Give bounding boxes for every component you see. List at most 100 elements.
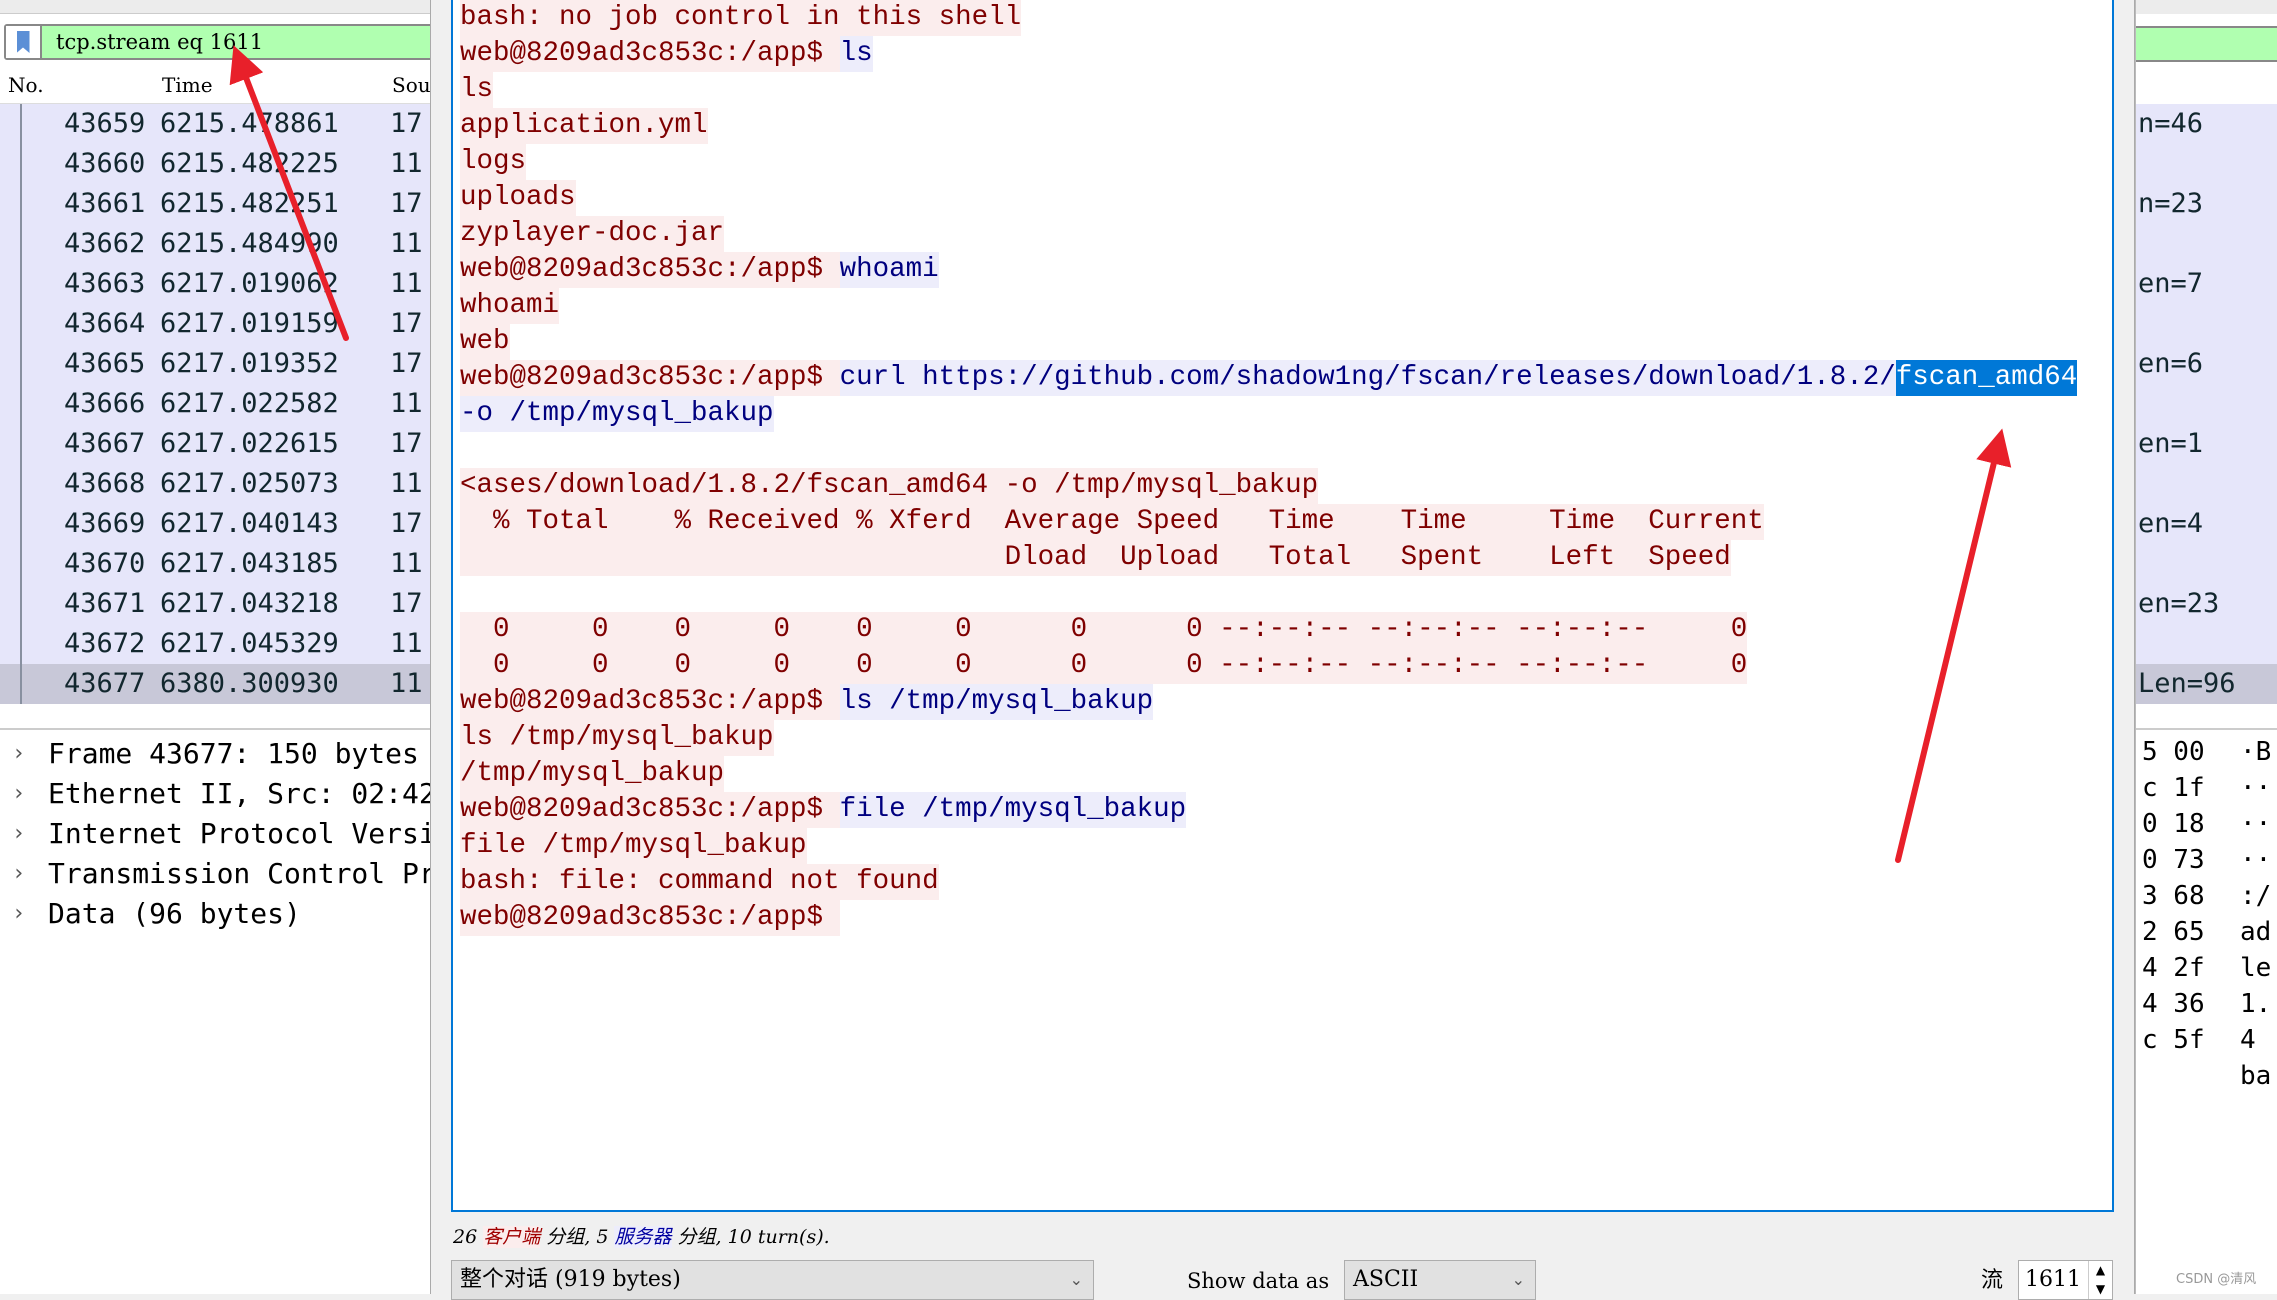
detail-tree-item[interactable]: › Transmission Control Pr <box>0 854 431 894</box>
client-text: web@8209ad3c853c:/app$ <box>460 252 840 288</box>
packet-info[interactable]: en=7 <box>2136 264 2277 304</box>
packet-row[interactable]: 43672 6217.045329 11 <box>0 624 431 664</box>
packet-row[interactable]: 43662 6215.484990 11 <box>0 224 431 264</box>
ascii-bytes: ·B <box>2240 737 2272 767</box>
column-time[interactable]: Time <box>162 73 213 97</box>
arrow-up-icon[interactable]: ▲ <box>2089 1261 2112 1280</box>
chevron-right-icon[interactable]: › <box>12 894 25 934</box>
packet-info[interactable] <box>2136 304 2277 344</box>
packet-info[interactable] <box>2136 144 2277 184</box>
detail-tree-item[interactable]: › Internet Protocol Versi <box>0 814 431 854</box>
packet-info[interactable]: en=6 <box>2136 344 2277 384</box>
packet-info[interactable] <box>2136 384 2277 424</box>
hex-line: c 1f ·· <box>2136 770 2277 806</box>
packet-info[interactable] <box>2136 624 2277 664</box>
packet-info[interactable]: en=23 <box>2136 584 2277 624</box>
packet-row[interactable]: 43661 6215.482251 17 <box>0 184 431 224</box>
packet-info[interactable] <box>2136 224 2277 264</box>
stream-content[interactable]: bash: no job control in this shell web@82… <box>451 0 2114 1212</box>
packet-row[interactable]: 43670 6217.043185 11 <box>0 544 431 584</box>
packet-no: 43663 <box>64 268 146 299</box>
bookmark-icon[interactable] <box>6 26 42 58</box>
chevron-right-icon[interactable]: › <box>12 854 25 894</box>
client-text: zyplayer-doc.jar <box>460 216 725 252</box>
client-text: 0 0 0 0 0 0 0 0 --:--:-- --:--:-- --:--:… <box>460 648 1748 684</box>
stream-number-value[interactable]: 1611 <box>2025 1267 2081 1292</box>
stream-line: file /tmp/mysql_bakup <box>460 828 2112 864</box>
packet-row[interactable]: 43664 6217.019159 17 <box>0 304 431 344</box>
hex-line: 3 68:/ <box>2136 878 2277 914</box>
summary-turns: 分组, 10 turn(s). <box>671 1226 830 1248</box>
chevron-right-icon[interactable]: › <box>12 734 25 774</box>
hex-bytes: 2 65 <box>2142 917 2205 947</box>
packet-source: 11 <box>390 268 423 299</box>
detail-tree-item[interactable]: › Ethernet II, Src: 02:42 <box>0 774 431 814</box>
packet-time: 6217.019352 <box>160 348 339 379</box>
packet-time: 6380.300930 <box>160 668 339 699</box>
stream-number-spinbox[interactable]: 1611 ▲ ▼ <box>2018 1260 2113 1300</box>
chevron-right-icon[interactable]: › <box>12 814 25 854</box>
packet-row[interactable]: 43660 6215.482225 11 <box>0 144 431 184</box>
ascii-bytes: ·· <box>2240 845 2272 875</box>
chevron-right-icon[interactable]: › <box>12 774 25 814</box>
conversation-bracket <box>20 104 22 704</box>
stream-line: web@8209ad3c853c:/app$ ls <box>460 36 2112 72</box>
packet-bytes-pane: 5 00 ·B c 1f ·· 0 18 ·· 0 73 ·· 3 68:/2 65 ad 4 2f… <box>2136 728 2277 1094</box>
packet-row[interactable]: 43668 6217.025073 11 <box>0 464 431 504</box>
main-toolbar <box>0 0 431 14</box>
packet-time: 6217.045329 <box>160 628 339 659</box>
packet-row[interactable]: 43667 6217.022615 17 <box>0 424 431 464</box>
packet-info[interactable] <box>2136 464 2277 504</box>
arrow-down-icon[interactable]: ▼ <box>2089 1280 2112 1299</box>
packet-info[interactable]: Len=96 <box>2136 664 2277 704</box>
packet-row[interactable]: 43663 6217.019062 11 <box>0 264 431 304</box>
show-data-as-value: ASCII <box>1353 1267 1419 1292</box>
info-column: n=46 n=23 en=7 en=6 en=1 en=4 en=23 Len=96 <box>2136 104 2277 704</box>
column-no[interactable]: No. <box>8 73 44 97</box>
packet-info[interactable]: en=1 <box>2136 424 2277 464</box>
conversation-select-value: 整个对话 (919 bytes) <box>460 1267 681 1292</box>
client-text: application.yml <box>460 108 708 144</box>
show-data-as-select[interactable]: ASCII ⌄ <box>1344 1260 1536 1300</box>
packet-row[interactable]: 43671 6217.043218 17 <box>0 584 431 624</box>
packet-source: 11 <box>390 228 423 259</box>
packet-row[interactable]: 43665 6217.019352 17 <box>0 344 431 384</box>
client-text: bash: file: command not found <box>460 864 939 900</box>
detail-tree-item[interactable]: › Data (96 bytes) <box>0 894 431 934</box>
stream-line: application.yml <box>460 108 2112 144</box>
stream-line: web <box>460 324 2112 360</box>
display-filter-input[interactable]: tcp.stream eq 1611 <box>56 30 263 54</box>
packet-row[interactable]: 43659 6215.478861 17 <box>0 104 431 144</box>
hex-line: c 5f 4 <box>2136 1022 2277 1058</box>
column-source[interactable]: Sou <box>392 73 431 97</box>
packet-time: 6217.019159 <box>160 308 339 339</box>
packet-source: 17 <box>390 348 423 379</box>
ascii-bytes: 1. <box>2240 989 2272 1019</box>
packet-no: 43671 <box>64 588 146 619</box>
detail-tree-item[interactable]: › Frame 43677: 150 bytes <box>0 734 431 774</box>
packet-info[interactable] <box>2136 544 2277 584</box>
packet-time: 6215.478861 <box>160 108 339 139</box>
display-filter-bar[interactable]: tcp.stream eq 1611 <box>4 24 431 60</box>
packet-info[interactable]: en=4 <box>2136 504 2277 544</box>
chevron-down-icon: ⌄ <box>1069 1270 1083 1289</box>
client-text: file /tmp/mysql_bakup <box>460 828 807 864</box>
detail-label: Transmission Control Pr <box>48 857 432 890</box>
packet-source: 17 <box>390 308 423 339</box>
client-text: /tmp/mysql_bakup <box>460 756 725 792</box>
stream-line: 0 0 0 0 0 0 0 0 --:--:-- --:--:-- --:--:… <box>460 612 2112 648</box>
stream-line: web@8209ad3c853c:/app$ curl https://gith… <box>460 360 2112 396</box>
hex-line: 0 73 ·· <box>2136 842 2277 878</box>
client-text: web@8209ad3c853c:/app$ <box>460 36 840 72</box>
stream-line: whoami <box>460 288 2112 324</box>
packet-info[interactable]: n=46 <box>2136 104 2277 144</box>
packet-info[interactable]: n=23 <box>2136 184 2277 224</box>
spin-buttons[interactable]: ▲ ▼ <box>2088 1261 2112 1299</box>
stream-line: web@8209ad3c853c:/app$ <box>460 900 2112 936</box>
packet-row[interactable]: 43677 6380.300930 11 <box>0 664 431 704</box>
packet-row[interactable]: 43669 6217.040143 17 <box>0 504 431 544</box>
stream-line: web@8209ad3c853c:/app$ file /tmp/mysql_b… <box>460 792 2112 828</box>
conversation-select[interactable]: 整个对话 (919 bytes) ⌄ <box>451 1260 1094 1300</box>
packet-time: 6215.484990 <box>160 228 339 259</box>
packet-row[interactable]: 43666 6217.022582 11 <box>0 384 431 424</box>
